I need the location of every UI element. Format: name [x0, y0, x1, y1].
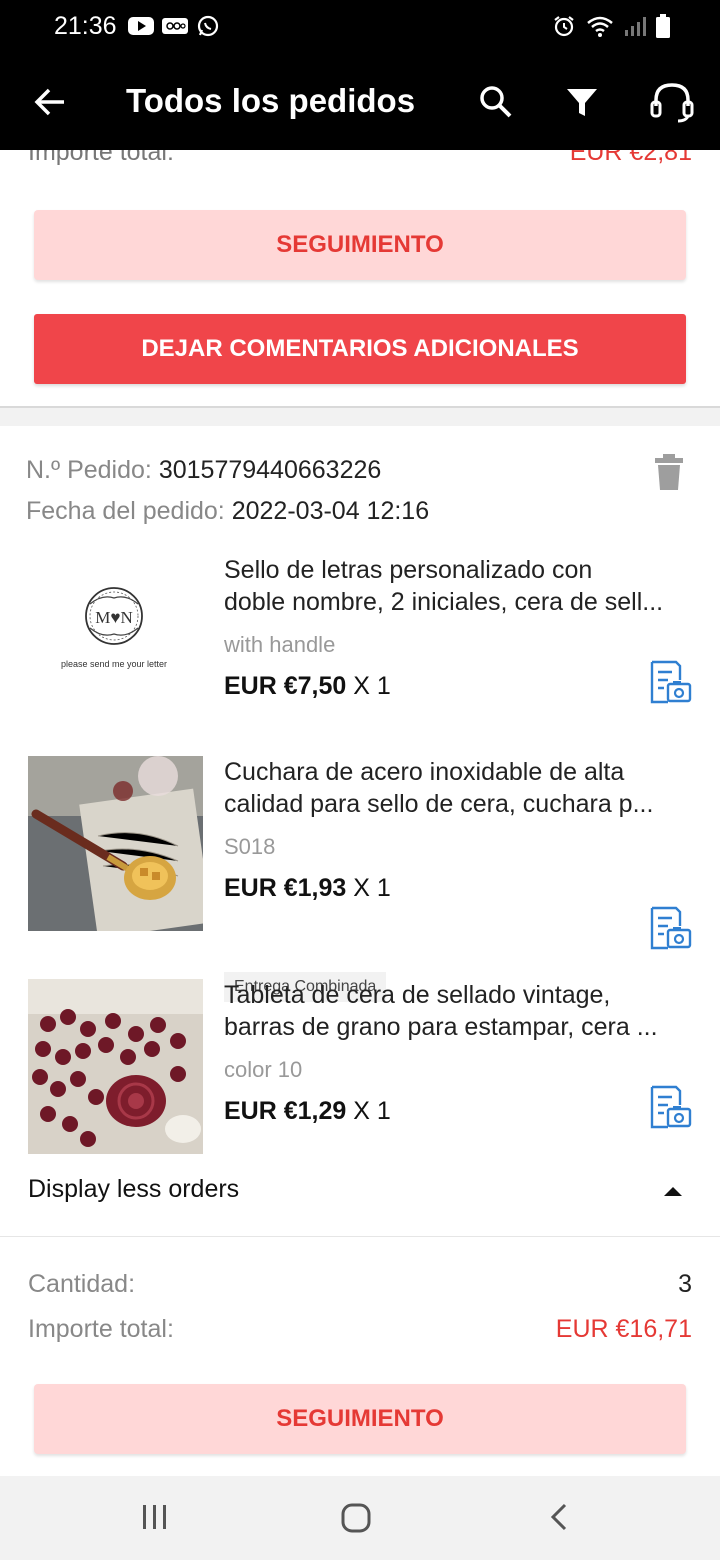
youtube-icon [128, 17, 154, 35]
item-price: EUR €1,29 [224, 1097, 347, 1125]
caret-up-icon[interactable] [664, 1187, 682, 1196]
page-title: Todos los pedidos [126, 82, 416, 119]
item-price-row: EUR €1,93 X 1 [224, 874, 391, 903]
item-price: EUR €7,50 [224, 672, 347, 700]
total-value: EUR €16,71 [555, 1315, 692, 1343]
item-price-row: EUR €7,50 X 1 [224, 672, 391, 701]
item-variant: S018 [224, 834, 276, 859]
orders-list[interactable]: Importe total: EUR €2,81 SEGUIMIENTO DEJ… [0, 150, 720, 1476]
order-header: N.º Pedido: 3015779440663226 Fecha del p… [26, 450, 429, 532]
item-title-line: doble nombre, 2 iniciales, cera de sell.… [224, 588, 664, 616]
item-price-row: EUR €1,29 X 1 [224, 1097, 391, 1126]
item-thumbnail[interactable] [28, 756, 212, 939]
item-variant: color 10 [224, 1057, 303, 1082]
item-price: EUR €1,93 [224, 874, 347, 902]
search-icon[interactable] [476, 82, 516, 122]
display-less-orders-toggle[interactable]: Display less orders [28, 1175, 239, 1204]
item-thumbnail[interactable] [28, 979, 203, 1154]
voicemail-icon [162, 18, 188, 34]
home-icon[interactable] [340, 1502, 372, 1534]
trash-icon[interactable] [654, 454, 684, 490]
thumb-monogram: M♥N [95, 608, 133, 627]
status-bar: 21:36 [0, 0, 720, 52]
item-title-line: Cuchara de acero inoxidable de alta [224, 758, 625, 786]
back-arrow-icon[interactable] [32, 84, 68, 120]
snapshot-icon[interactable] [648, 1085, 692, 1129]
whatsapp-icon [197, 15, 219, 37]
item-title-line: Tableta de cera de sellado vintage, [224, 981, 611, 1009]
quantity-row: Cantidad: 3 [28, 1270, 692, 1299]
back-nav-icon[interactable] [546, 1502, 572, 1532]
status-right-icons [552, 14, 670, 38]
status-time: 21:36 [54, 12, 117, 40]
filter-icon[interactable] [562, 82, 602, 122]
snapshot-icon[interactable] [648, 660, 692, 704]
quantity-label: Cantidad: [28, 1270, 136, 1298]
recent-apps-icon[interactable] [140, 1502, 170, 1532]
item-title-line: Sello de letras personalizado con [224, 556, 593, 584]
order-separator [0, 406, 720, 426]
signal-icon [625, 17, 646, 36]
item-quantity: X 1 [353, 874, 391, 902]
status-left-icons [128, 14, 220, 38]
support-headset-icon[interactable] [648, 80, 696, 124]
previous-total-value: EUR €2,81 [569, 150, 692, 166]
divider [0, 1236, 720, 1237]
previous-order-total: Importe total: EUR €2,81 [28, 150, 692, 167]
app-bar: Todos los pedidos [0, 52, 720, 150]
wax-beads-image [28, 979, 203, 1154]
system-nav-bar [0, 1476, 720, 1560]
item-title[interactable]: Cuchara de acero inoxidable de alta cali… [224, 756, 694, 820]
order-number: 3015779440663226 [158, 456, 382, 484]
quantity-value: 3 [678, 1270, 692, 1298]
item-title[interactable]: Sello de letras personalizado con doble … [224, 554, 694, 618]
monogram-stamp-image: M♥N please send me your letter [61, 587, 167, 669]
order-date: 2022-03-04 12:16 [231, 497, 430, 525]
total-label: Importe total: [28, 1315, 174, 1343]
snapshot-icon[interactable] [648, 906, 692, 950]
item-quantity: X 1 [353, 672, 391, 700]
thumb-caption: please send me your letter [61, 659, 167, 669]
track-button[interactable]: SEGUIMIENTO [34, 1384, 686, 1454]
item-title[interactable]: Tableta de cera de sellado vintage, barr… [224, 979, 694, 1043]
order-number-label: N.º Pedido: [26, 456, 152, 484]
leave-feedback-button[interactable]: DEJAR COMENTARIOS ADICIONALES [34, 314, 686, 384]
wifi-icon [587, 16, 613, 37]
total-row: Importe total: EUR €16,71 [28, 1315, 692, 1344]
battery-icon [656, 14, 670, 38]
previous-track-button[interactable]: SEGUIMIENTO [34, 210, 686, 280]
order-date-label: Fecha del pedido: [26, 497, 225, 525]
previous-total-label: Importe total: [28, 150, 174, 166]
item-title-line: calidad para sello de cera, cuchara p... [224, 790, 654, 818]
alarm-icon [554, 16, 574, 37]
item-title-line: barras de grano para estampar, cera ... [224, 1013, 658, 1041]
item-variant: with handle [224, 632, 336, 657]
wax-spoon-image [28, 756, 212, 939]
item-thumbnail[interactable]: M♥N please send me your letter [28, 554, 203, 729]
item-quantity: X 1 [353, 1097, 391, 1125]
